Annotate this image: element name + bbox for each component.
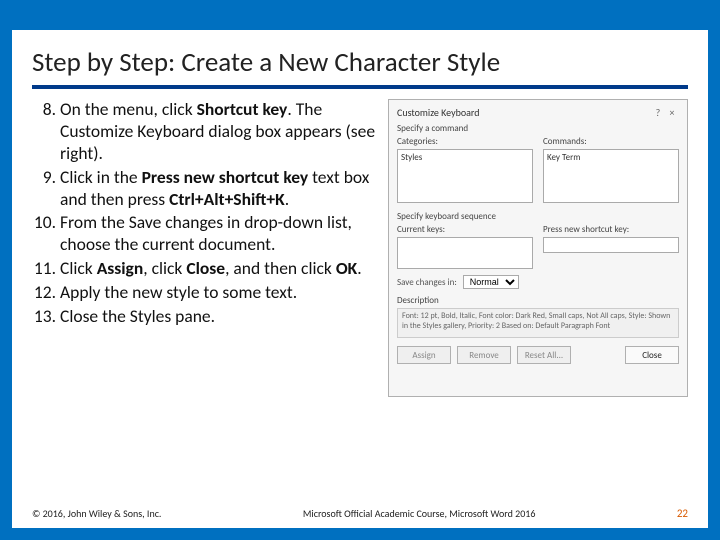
step-item: Apply the new style to some text. bbox=[60, 282, 378, 304]
reset-all-button[interactable]: Reset All... bbox=[517, 346, 571, 364]
sequence-columns: Current keys: Press new shortcut key: bbox=[397, 224, 679, 269]
save-changes-label: Save changes in: bbox=[397, 277, 457, 288]
copyright-text: © 2016, John Wiley & Sons, Inc. bbox=[32, 507, 161, 520]
step-item: Click Assign, click Close, and then clic… bbox=[60, 258, 378, 280]
save-changes-row: Save changes in: Normal bbox=[397, 275, 679, 289]
commands-listbox[interactable]: Key Term bbox=[543, 149, 679, 203]
steps-column: On the menu, click Shortcut key. The Cus… bbox=[32, 99, 378, 397]
step-item: From the Save changes in drop-down list,… bbox=[60, 212, 378, 256]
steps-list: On the menu, click Shortcut key. The Cus… bbox=[32, 99, 378, 328]
specify-sequence-label: Specify keyboard sequence bbox=[397, 211, 679, 222]
content-row: On the menu, click Shortcut key. The Cus… bbox=[32, 99, 688, 397]
description-box: Font: 12 pt, Bold, Italic, Font color: D… bbox=[397, 308, 679, 338]
help-icon[interactable]: ? bbox=[651, 106, 665, 119]
dialog-title: Customize Keyboard bbox=[397, 106, 651, 119]
command-columns: Categories: Styles Commands: Key Term bbox=[397, 136, 679, 203]
categories-label: Categories: bbox=[397, 136, 533, 147]
assign-button[interactable]: Assign bbox=[397, 346, 451, 364]
dialog-buttons: Assign Remove Reset All... Close bbox=[397, 346, 679, 364]
page-number: 22 bbox=[677, 507, 688, 520]
customize-keyboard-dialog: Customize Keyboard ? × Specify a command… bbox=[388, 99, 688, 397]
course-text: Microsoft Official Academic Course, Micr… bbox=[161, 507, 676, 520]
remove-button[interactable]: Remove bbox=[457, 346, 511, 364]
close-button[interactable]: Close bbox=[625, 346, 679, 364]
close-icon[interactable]: × bbox=[665, 106, 679, 119]
current-keys-label: Current keys: bbox=[397, 224, 533, 235]
step-item: Close the Styles pane. bbox=[60, 306, 378, 328]
commands-label: Commands: bbox=[543, 136, 679, 147]
footer: © 2016, John Wiley & Sons, Inc. Microsof… bbox=[32, 507, 688, 520]
press-new-label: Press new shortcut key: bbox=[543, 224, 679, 235]
categories-listbox[interactable]: Styles bbox=[397, 149, 533, 203]
current-keys-listbox[interactable] bbox=[397, 237, 533, 269]
slide: Step by Step: Create a New Character Sty… bbox=[12, 30, 708, 528]
save-changes-select[interactable]: Normal bbox=[463, 275, 519, 289]
description-label: Description bbox=[397, 295, 679, 306]
dialog-titlebar: Customize Keyboard ? × bbox=[397, 106, 679, 119]
slide-title: Step by Step: Create a New Character Sty… bbox=[32, 46, 688, 89]
specify-command-label: Specify a command bbox=[397, 123, 679, 134]
press-new-shortcut-input[interactable] bbox=[543, 237, 679, 253]
step-item: On the menu, click Shortcut key. The Cus… bbox=[60, 99, 378, 165]
step-item: Click in the Press new shortcut key text… bbox=[60, 167, 378, 211]
